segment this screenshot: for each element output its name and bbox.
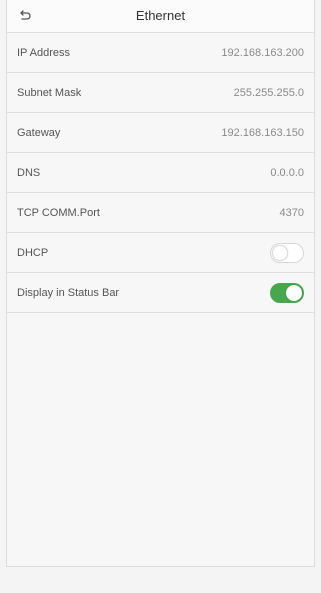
empty-area	[7, 313, 314, 593]
ip-address-value: 192.168.163.200	[221, 46, 304, 59]
tcp-port-value: 4370	[279, 206, 304, 219]
settings-list: IP Address 192.168.163.200 Subnet Mask 2…	[7, 33, 314, 313]
gateway-label: Gateway	[17, 126, 61, 139]
subnet-mask-row[interactable]: Subnet Mask 255.255.255.0	[7, 73, 314, 113]
subnet-mask-value: 255.255.255.0	[233, 86, 304, 99]
status-bar-label: Display in Status Bar	[17, 286, 120, 299]
gateway-value: 192.168.163.150	[221, 126, 304, 139]
device-screen: Ethernet IP Address 192.168.163.200 Subn…	[6, 0, 315, 567]
dns-row[interactable]: DNS 0.0.0.0	[7, 153, 314, 193]
gateway-row[interactable]: Gateway 192.168.163.150	[7, 113, 314, 153]
dhcp-toggle[interactable]	[270, 242, 304, 263]
ip-address-row[interactable]: IP Address 192.168.163.200	[7, 33, 314, 73]
toggle-knob	[272, 244, 288, 261]
page-title: Ethernet	[135, 8, 186, 23]
subnet-mask-label: Subnet Mask	[17, 86, 82, 99]
top-bar: Ethernet	[7, 0, 314, 33]
status-bar-row: Display in Status Bar	[7, 273, 314, 313]
tcp-port-row[interactable]: TCP COMM.Port 4370	[7, 193, 314, 233]
tcp-port-label: TCP COMM.Port	[17, 206, 100, 219]
status-bar-toggle[interactable]	[270, 282, 304, 303]
toggle-knob	[286, 284, 302, 301]
ip-address-label: IP Address	[17, 46, 70, 59]
dns-label: DNS	[17, 166, 41, 179]
dhcp-label: DHCP	[17, 246, 49, 259]
dns-value: 0.0.0.0	[270, 166, 304, 179]
dhcp-row: DHCP	[7, 233, 314, 273]
